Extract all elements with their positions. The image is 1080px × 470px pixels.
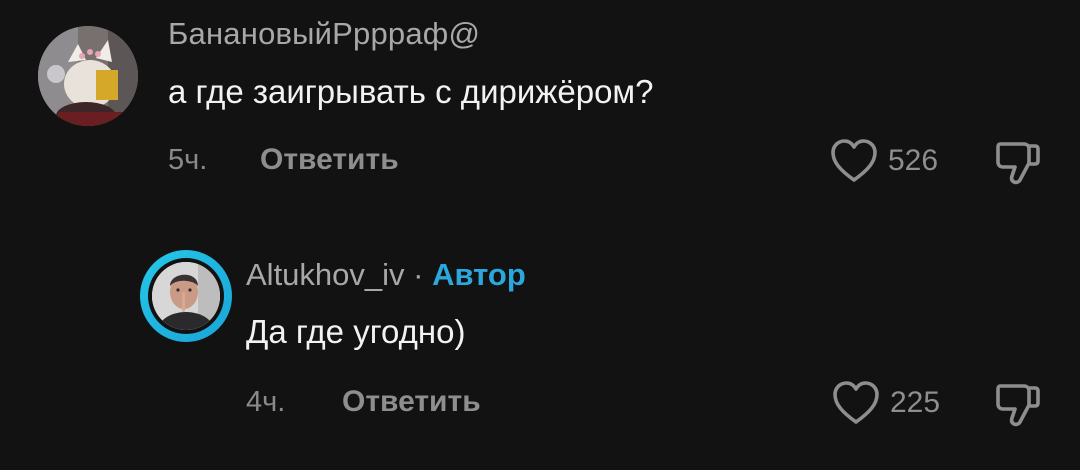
author-badge: Автор bbox=[432, 257, 526, 292]
like-count: 225 bbox=[890, 386, 941, 419]
separator-dot: · bbox=[413, 257, 424, 292]
reply-comment: Altukhov_iv · Автор Да где угодно) 4ч. О… bbox=[0, 0, 1080, 470]
avatar[interactable] bbox=[148, 258, 224, 334]
comment-text: Да где угодно) bbox=[246, 313, 466, 350]
reply-button[interactable]: Ответить bbox=[342, 385, 481, 419]
comment-username-line: Altukhov_iv · Автор bbox=[246, 257, 526, 293]
comment-timestamp: 4ч. bbox=[246, 386, 286, 418]
heart-icon[interactable] bbox=[832, 380, 880, 426]
comments-thread: БанановыйРррраф@ а где заигрывать с дири… bbox=[0, 0, 1080, 470]
avatar-image bbox=[152, 262, 220, 330]
comment-username[interactable]: Altukhov_iv bbox=[246, 257, 405, 292]
thumbs-down-icon[interactable] bbox=[994, 378, 1042, 430]
